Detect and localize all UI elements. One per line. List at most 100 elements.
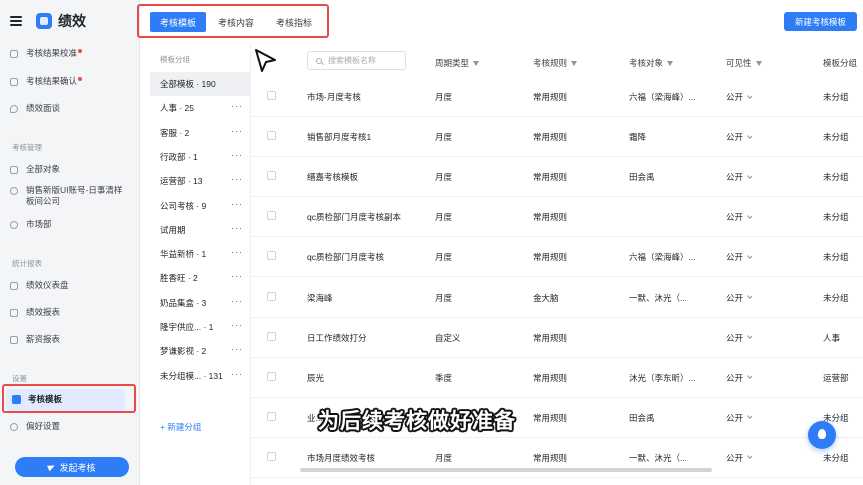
cell-visibility[interactable]: 公开 xyxy=(726,131,753,143)
cell-text: 公开 xyxy=(726,132,744,143)
people-icon xyxy=(10,165,18,174)
cell-visibility[interactable]: 公开 xyxy=(726,211,753,223)
cell-text: 公开 xyxy=(726,92,744,102)
more-options-icon[interactable]: ··· xyxy=(231,223,243,232)
more-options-icon[interactable]: ··· xyxy=(231,175,243,184)
more-options-icon[interactable]: ··· xyxy=(231,150,243,159)
add-group-button[interactable]: + 新建分组 xyxy=(160,421,201,433)
more-options-icon[interactable]: ··· xyxy=(231,345,243,354)
group-item[interactable]: 奶品集盒 · 3 ··· xyxy=(150,291,251,315)
cell-rule: 常用规则 xyxy=(533,91,567,103)
more-options-icon[interactable]: ··· xyxy=(231,296,243,305)
row-checkbox[interactable] xyxy=(267,251,276,261)
column-header-rule[interactable]: 考核规则 xyxy=(533,57,578,69)
more-options-icon[interactable]: ··· xyxy=(231,248,243,257)
cell-group: 未分组 xyxy=(823,91,849,103)
sidebar-item-salary-report[interactable]: 薪资报表 xyxy=(10,334,130,345)
sidebar-item-label: 考核结果校准 xyxy=(26,48,78,58)
new-template-button[interactable]: 新建考核模板 xyxy=(784,12,857,31)
more-options-icon[interactable]: ··· xyxy=(231,102,243,111)
horizontal-scrollbar[interactable] xyxy=(300,468,712,472)
sidebar-item-label: 薪资报表 xyxy=(26,334,61,344)
row-checkbox[interactable] xyxy=(267,291,276,301)
sidebar-item-preferences[interactable]: 偏好设置 xyxy=(10,421,130,432)
sidebar-item-marketing[interactable]: 市场部 xyxy=(10,219,130,230)
sidebar-item-calibration[interactable]: 考核结果校准 xyxy=(10,48,130,59)
table-row[interactable]: 梁海峰 月度 金大脑 一默、沐光（... 公开 未分组 xyxy=(251,278,863,318)
cell-visibility[interactable]: 公开 xyxy=(726,171,753,183)
column-header-cycle[interactable]: 周期类型 xyxy=(435,57,480,69)
filter-icon[interactable] xyxy=(667,60,674,66)
row-checkbox[interactable] xyxy=(267,211,276,221)
search-input[interactable]: 搜索模板名称 xyxy=(307,51,406,70)
sidebar-item-all-objects[interactable]: 全部对象 xyxy=(10,164,130,175)
filter-icon[interactable] xyxy=(571,60,578,66)
more-options-icon[interactable]: ··· xyxy=(231,321,243,330)
row-checkbox[interactable] xyxy=(267,131,276,141)
start-review-button[interactable]: 发起考核 xyxy=(15,457,129,477)
more-options-icon[interactable]: ··· xyxy=(231,126,243,135)
more-options-icon[interactable]: ··· xyxy=(231,199,243,208)
group-item[interactable]: 梦谦影视 · 2 ··· xyxy=(150,339,251,363)
group-item[interactable]: 人事 · 25 ··· xyxy=(150,96,251,120)
cell-visibility[interactable]: 公开 xyxy=(726,251,753,263)
cell-visibility[interactable]: 公开 xyxy=(726,452,753,464)
cell-visibility[interactable]: 公开 xyxy=(726,332,753,344)
cell-visibility[interactable]: 公开 xyxy=(726,292,753,304)
row-checkbox[interactable] xyxy=(267,331,276,341)
cell-text: 季度 xyxy=(435,372,453,383)
highlight-box-sidebar xyxy=(2,384,136,413)
group-item[interactable]: 胜香旺 · 2 ··· xyxy=(150,266,251,290)
row-checkbox[interactable] xyxy=(267,91,276,100)
cell-cycle: 月度 xyxy=(435,452,452,464)
sidebar-item-perf-report[interactable]: 绩效报表 xyxy=(10,307,130,318)
group-item[interactable]: 华益新桥 · 1 ··· xyxy=(150,242,251,266)
filter-icon[interactable] xyxy=(473,60,480,66)
table-row[interactable]: 缙嘉考核模板 月度 常用规则 田会禹 公开 未分组 xyxy=(251,157,863,198)
cell-text: 六福（梁海峰）... xyxy=(629,252,696,263)
sidebar-item-sales-company[interactable]: 销售新版UI账号-日事清样板间公司 xyxy=(10,185,130,207)
cell-text: 常用规则 xyxy=(533,212,568,223)
sidebar-item-confirm[interactable]: 考核结果确认 xyxy=(10,76,130,87)
column-header-visibility[interactable]: 可见性 xyxy=(726,57,762,69)
group-item[interactable]: 试用期 ··· xyxy=(150,218,251,242)
cell-text: 未分组 xyxy=(823,92,849,102)
column-header-target[interactable]: 考核对象 xyxy=(629,57,674,69)
help-bulb-button[interactable] xyxy=(808,421,836,449)
group-item[interactable]: 全部模板 · 190 xyxy=(150,72,251,96)
cell-group: 未分组 xyxy=(823,292,849,304)
table-row[interactable]: qc质检部门月度考核副本 月度 常用规则 公开 未分组 xyxy=(251,197,863,238)
menu-icon[interactable] xyxy=(10,16,22,26)
row-checkbox[interactable] xyxy=(267,371,276,381)
group-item[interactable]: 运营部 · 13 ··· xyxy=(150,169,251,193)
table-row[interactable]: 销售部月度考核1 月度 常用规则 霜降 公开 未分组 xyxy=(251,117,863,158)
table-row[interactable]: qc质检部门月度考核 月度 常用规则 六福（梁海峰）... 公开 未分组 xyxy=(251,237,863,278)
cell-text: 常用规则 xyxy=(533,372,568,383)
row-checkbox[interactable] xyxy=(267,451,276,461)
more-options-icon[interactable]: ··· xyxy=(231,369,243,378)
table-row[interactable]: 辰光 季度 常用规则 沐光（李东昕）... 公开 运营部 xyxy=(251,358,863,398)
sidebar-item-dashboard[interactable]: 绩效仪表盘 xyxy=(10,280,130,291)
group-item[interactable]: 隆宇供应... · 1 ··· xyxy=(150,315,251,339)
cell-text: 金大脑 xyxy=(533,292,559,303)
group-item[interactable]: 客服 · 2 ··· xyxy=(150,121,251,145)
document-icon xyxy=(10,77,18,86)
cell-visibility[interactable]: 公开 xyxy=(726,372,753,384)
group-item[interactable]: 未分组模... · 131 ··· xyxy=(150,364,251,388)
column-header-group[interactable]: 模板分组 xyxy=(823,57,857,69)
cell-visibility[interactable]: 公开 xyxy=(726,412,753,424)
cell-cycle: 月度 xyxy=(435,211,452,223)
cell-visibility[interactable]: 公开 xyxy=(726,91,753,103)
group-item[interactable]: 公司考核 · 9 ··· xyxy=(150,194,251,218)
sidebar-item-interview[interactable]: 绩效面谈 xyxy=(10,103,130,114)
filter-icon[interactable] xyxy=(755,60,762,66)
more-options-icon[interactable]: ··· xyxy=(231,272,243,281)
row-checkbox[interactable] xyxy=(267,411,276,421)
column-header-label: 周期类型 xyxy=(435,58,470,68)
table-row[interactable]: 日工作绩效打分 自定义 常用规则 公开 人事 xyxy=(251,318,863,358)
row-checkbox[interactable] xyxy=(267,171,276,181)
cell-name: 销售部月度考核1 xyxy=(307,131,371,143)
table-row[interactable]: 市场-月度考核 月度 常用规则 六福（梁海峰）... 公开 未分组 xyxy=(251,77,863,117)
group-item[interactable]: 行政部 · 1 ··· xyxy=(150,145,251,169)
cell-text: 月度 xyxy=(435,452,453,463)
